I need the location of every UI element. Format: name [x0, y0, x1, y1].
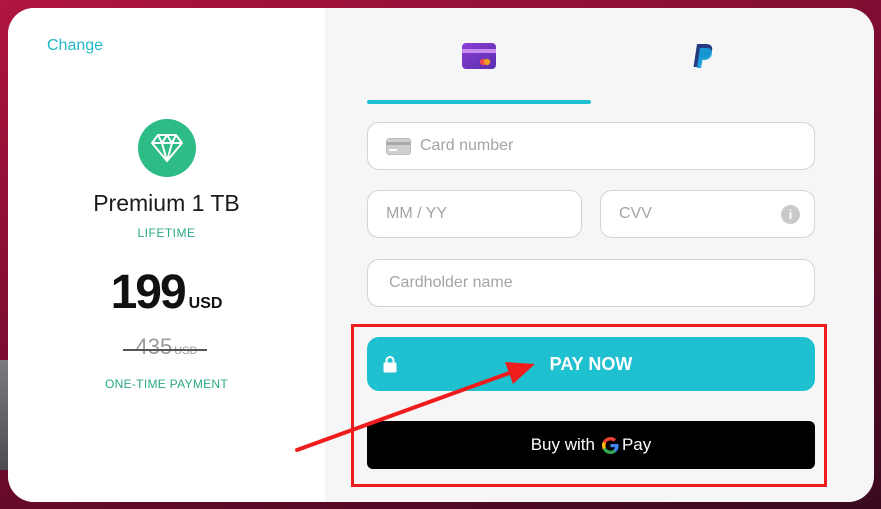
tab-card[interactable] — [367, 8, 591, 104]
plan-term: LIFETIME — [137, 226, 196, 240]
payment-form-panel: Card number MM / YY CVV i Cardholder nam… — [325, 8, 874, 502]
lock-icon — [383, 356, 397, 373]
cvv-placeholder: CVV — [619, 205, 652, 222]
price-currency: USD — [188, 295, 223, 312]
paypal-icon — [693, 44, 713, 68]
info-icon[interactable]: i — [781, 205, 800, 224]
gpay-brand: Pay — [621, 435, 652, 454]
strikethrough-line — [123, 349, 207, 351]
cvv-input[interactable]: CVV i — [600, 190, 815, 238]
old-price-currency: USD — [174, 345, 198, 357]
google-pay-button[interactable]: Buy with Pay — [367, 421, 815, 469]
price-value: 199 — [110, 266, 187, 319]
card-icon — [386, 137, 411, 155]
card-number-placeholder: Card number — [420, 137, 514, 154]
cardholder-placeholder: Cardholder name — [389, 274, 513, 291]
active-tab-indicator — [367, 100, 591, 104]
google-g-icon — [601, 436, 619, 454]
plan-summary-panel: Change Premium 1 TB LIFETIME 199 USD 435… — [8, 8, 325, 502]
diamond-icon-glyph — [151, 134, 183, 162]
gpay-prefix: Buy with — [530, 435, 595, 454]
plan-name: Premium 1 TB — [93, 190, 240, 216]
change-plan-link[interactable]: Change — [47, 37, 103, 55]
expiry-placeholder: MM / YY — [386, 205, 448, 222]
old-price-value: 435 — [135, 334, 173, 359]
cardholder-name-input[interactable]: Cardholder name — [367, 259, 815, 307]
credit-card-icon — [462, 43, 496, 69]
pay-now-button[interactable]: PAY NOW — [367, 337, 815, 391]
old-price: 435 USD — [8, 334, 325, 360]
pay-now-label: PAY NOW — [549, 353, 633, 374]
diamond-icon — [138, 119, 196, 177]
expiry-input[interactable]: MM / YY — [367, 190, 582, 238]
payment-type: ONE-TIME PAYMENT — [104, 377, 229, 391]
price: 199 USD — [8, 265, 325, 320]
card-number-input[interactable]: Card number — [367, 122, 815, 170]
tab-paypal[interactable] — [591, 8, 815, 104]
payment-modal: Change Premium 1 TB LIFETIME 199 USD 435… — [8, 8, 874, 502]
